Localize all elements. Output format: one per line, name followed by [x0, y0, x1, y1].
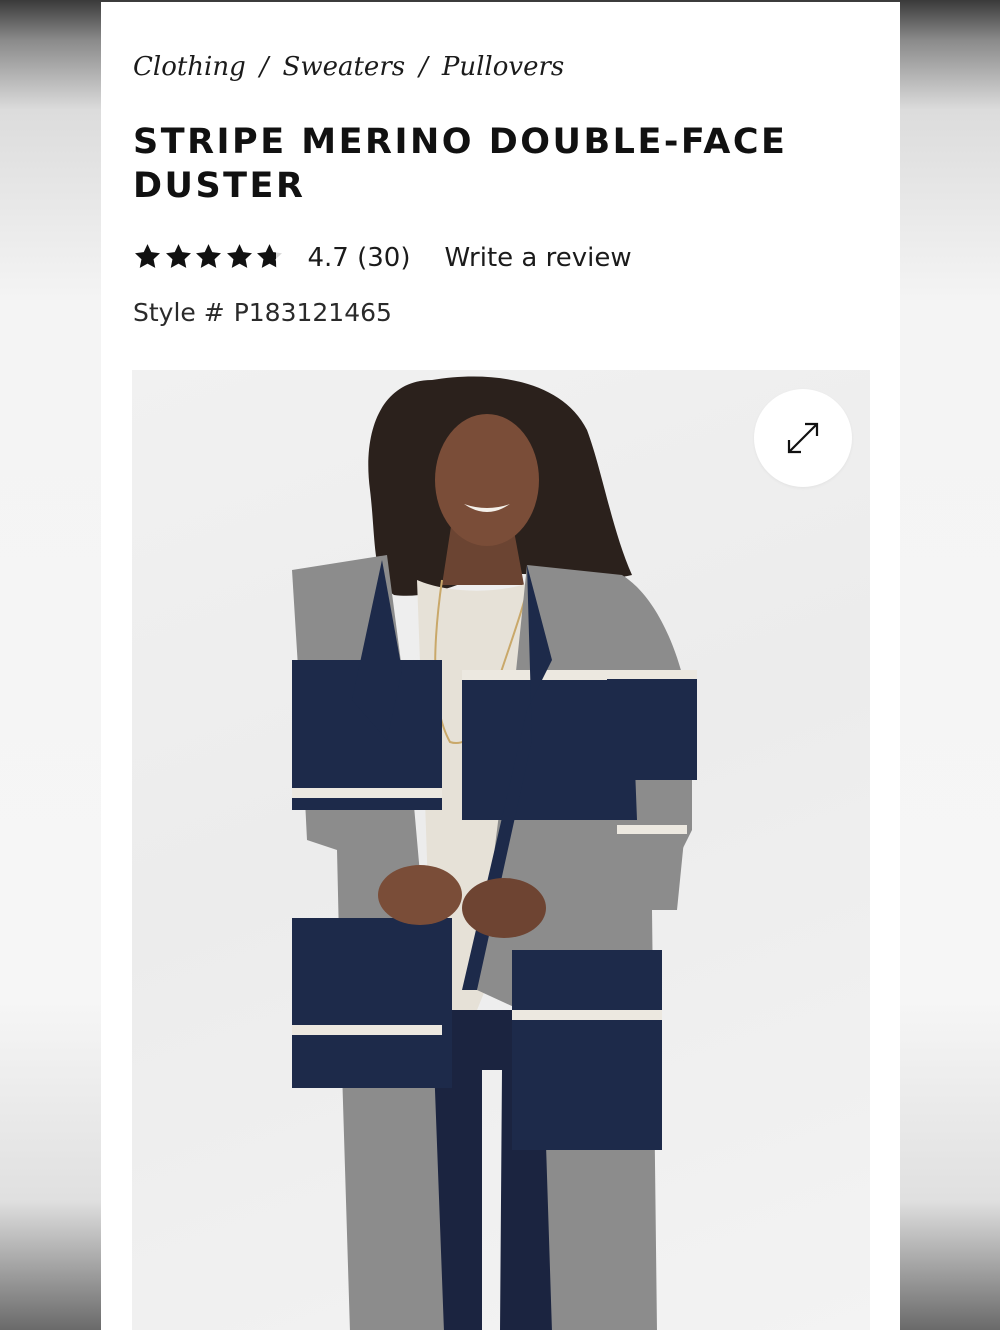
breadcrumb-item-clothing[interactable]: Clothing	[133, 52, 246, 82]
rating-summary[interactable]: 4.7 (30)	[308, 243, 411, 273]
breadcrumb-separator: /	[259, 52, 269, 82]
style-label: Style #	[133, 298, 225, 327]
expand-image-button[interactable]	[754, 389, 852, 487]
star-rating[interactable]	[133, 242, 286, 274]
product-page: Clothing / Sweaters / Pullovers STRIPE M…	[101, 2, 900, 1330]
rating-row: 4.7 (30) Write a review	[133, 238, 632, 278]
star-rating-filled	[133, 242, 277, 274]
product-title: STRIPE MERINO DOUBLE-FACE DUSTER	[133, 122, 788, 206]
expand-arrows-icon	[787, 422, 819, 454]
breadcrumb-separator: /	[419, 52, 428, 82]
review-count: (30)	[357, 243, 411, 273]
style-value: P183121465	[233, 298, 392, 327]
rating-value: 4.7	[307, 243, 349, 273]
product-image[interactable]	[132, 370, 870, 1330]
breadcrumb: Clothing / Sweaters / Pullovers	[133, 52, 564, 82]
style-number: Style # P183121465	[133, 298, 392, 327]
breadcrumb-item-sweaters[interactable]: Sweaters	[283, 52, 406, 82]
breadcrumb-item-pullovers[interactable]: Pullovers	[442, 52, 564, 82]
write-review-link[interactable]: Write a review	[445, 243, 632, 273]
model-in-striped-duster	[292, 376, 697, 1330]
